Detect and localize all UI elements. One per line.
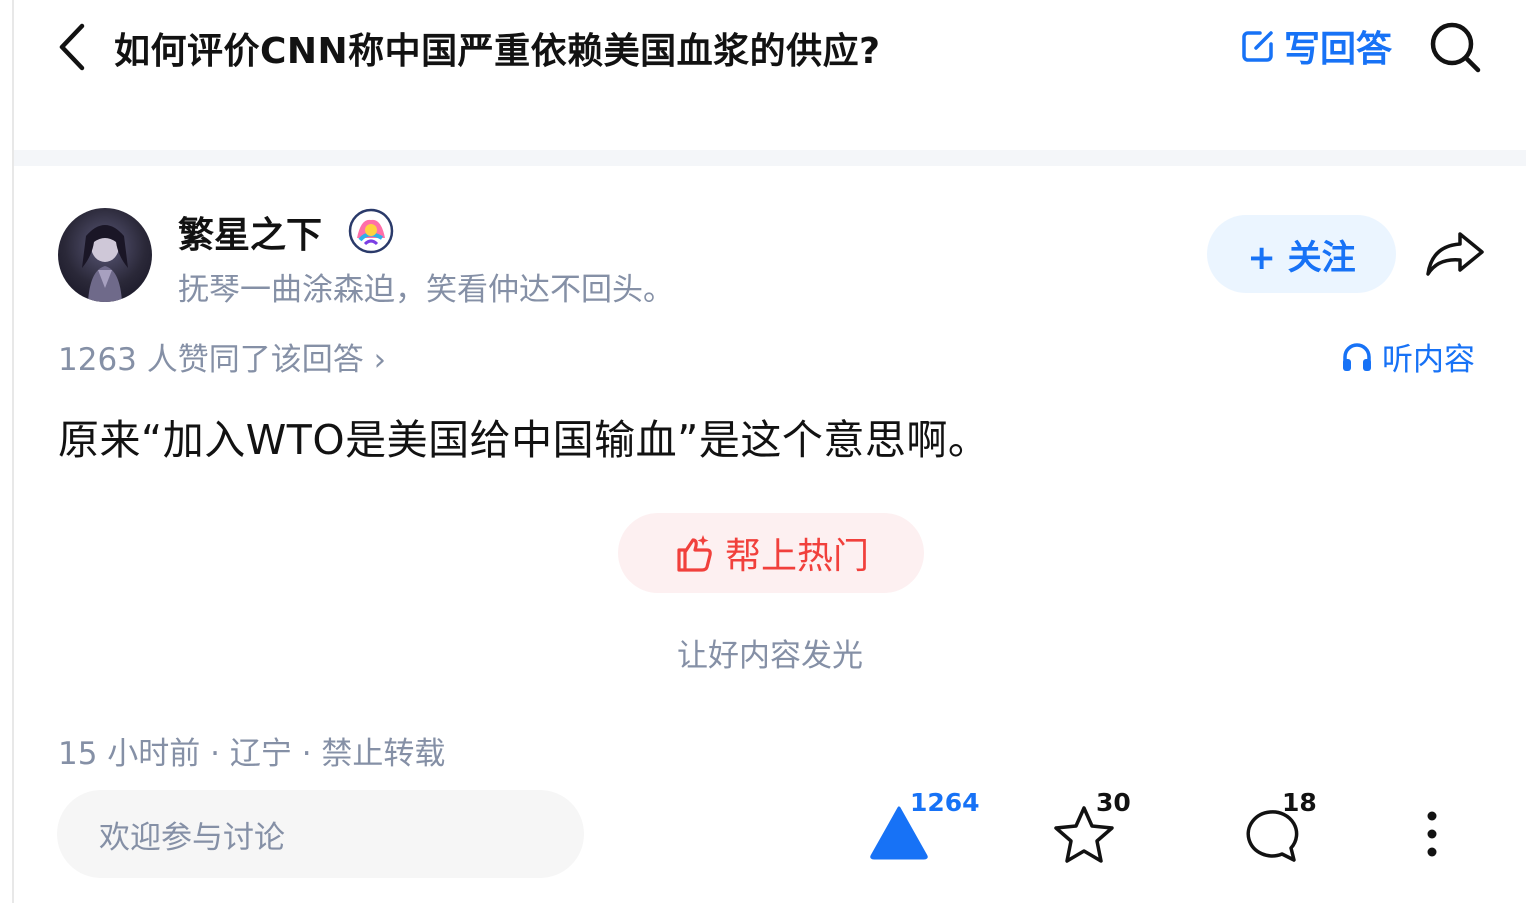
section-divider bbox=[14, 150, 1526, 166]
answer-content: 原来“加入WTO是美国给中国输血”是这个意思啊。 bbox=[58, 416, 990, 464]
follow-button[interactable]: + 关注 bbox=[1207, 215, 1396, 293]
boost-hot-button[interactable]: 帮上热门 bbox=[618, 513, 924, 593]
edit-icon bbox=[1242, 31, 1273, 62]
search-icon[interactable] bbox=[1428, 20, 1482, 74]
write-answer-button[interactable]: 写回答 bbox=[1240, 24, 1392, 70]
boost-hot-label: 帮上热门 bbox=[724, 536, 869, 577]
boost-caption: 让好内容发光 bbox=[677, 638, 863, 674]
share-icon[interactable] bbox=[1424, 228, 1486, 280]
comment-count: 18 bbox=[1282, 788, 1317, 817]
question-title[interactable]: 如何评价CNN称中国严重依赖美国血浆的供应? bbox=[114, 22, 881, 74]
comment-button[interactable]: 18 bbox=[1240, 788, 1320, 868]
thumbs-up-sparkle-icon bbox=[677, 535, 712, 572]
author-bio: 抚琴一曲涂森迫，笑看仲达不回头。 bbox=[178, 272, 674, 308]
listen-button[interactable]: 听内容 bbox=[1340, 334, 1475, 379]
headphones-icon bbox=[1343, 342, 1371, 371]
comment-input[interactable]: 欢迎参与讨论 bbox=[57, 790, 584, 878]
upvote-button[interactable]: 1264 bbox=[868, 788, 980, 868]
answer-meta: 15 小时前 · 辽宁 · 禁止转载 bbox=[58, 736, 446, 772]
author-name[interactable]: 繁星之下 bbox=[178, 206, 322, 258]
favorite-count: 30 bbox=[1096, 788, 1131, 817]
write-answer-label: 写回答 bbox=[1284, 29, 1393, 70]
favorite-button[interactable]: 30 bbox=[1052, 788, 1132, 868]
badge-icon bbox=[348, 208, 394, 254]
back-icon[interactable] bbox=[52, 20, 92, 74]
more-options-icon[interactable] bbox=[1418, 806, 1446, 862]
avatar[interactable] bbox=[58, 208, 152, 302]
top-header: 如何评价CNN称中国严重依赖美国血浆的供应? 写回答 bbox=[0, 0, 1526, 150]
listen-label: 听内容 bbox=[1382, 342, 1475, 378]
avatar-image bbox=[82, 225, 128, 302]
votes-summary[interactable]: 1263 人赞同了该回答 › bbox=[58, 334, 386, 379]
upvote-count: 1264 bbox=[910, 788, 980, 817]
